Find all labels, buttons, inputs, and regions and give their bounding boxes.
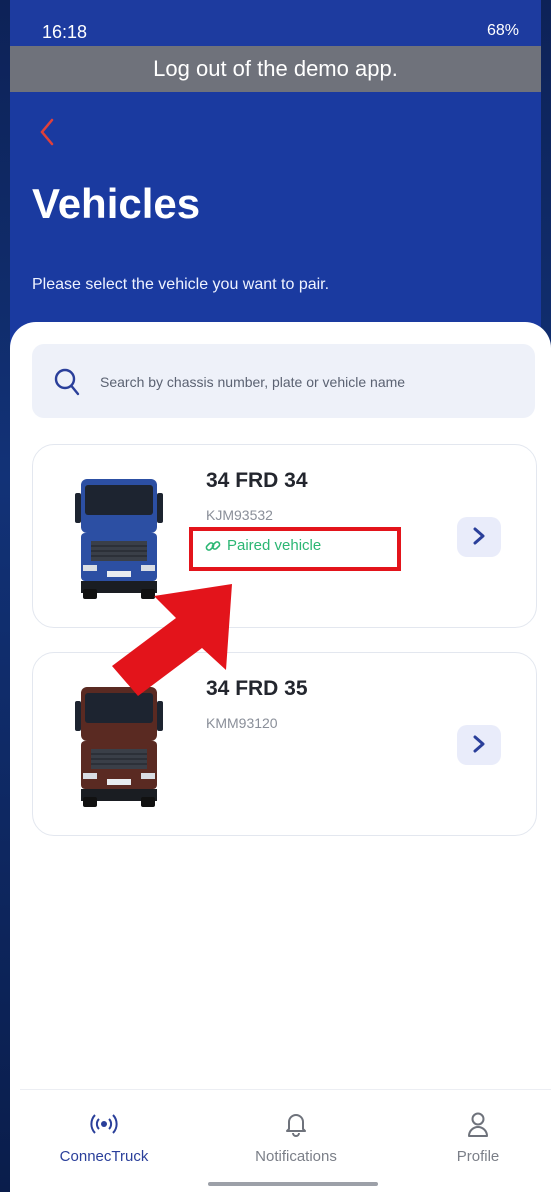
bottom-navigation: ConnecTruck Notifications Profile (20, 1089, 551, 1192)
search-bar[interactable] (32, 344, 535, 420)
nav-item-connectruck[interactable]: ConnecTruck (34, 1110, 174, 1165)
status-bar: 16:18 68% (10, 0, 541, 46)
vehicle-chassis: KMM93120 (206, 715, 278, 731)
search-icon (54, 368, 80, 396)
vehicle-chassis: KJM93532 (206, 507, 273, 523)
search-input[interactable] (98, 344, 522, 420)
chevron-right-icon (473, 527, 485, 544)
app-screen: 16:18 68% Log out of the demo app. Vehic… (0, 0, 551, 1192)
bell-icon (286, 1114, 306, 1137)
open-vehicle-button[interactable] (457, 517, 501, 557)
status-time: 16:18 (42, 22, 88, 42)
vehicle-list-sheet: 34 FRD 34 KJM93532 Paired vehicle (10, 322, 551, 1192)
page-title: Vehicles (32, 180, 201, 227)
battery-level: 68% (486, 22, 519, 39)
nav-item-notifications[interactable]: Notifications (226, 1110, 366, 1165)
chevron-left-icon[interactable] (40, 118, 54, 146)
chevron-right-icon (473, 735, 485, 752)
annotation-highlight-box (189, 527, 401, 571)
broadcast-icon (90, 1114, 118, 1134)
user-icon (468, 1112, 488, 1137)
logout-banner[interactable]: Log out of the demo app. (10, 46, 541, 92)
nav-label-connectruck: ConnecTruck (59, 1148, 149, 1165)
vehicle-plate: 34 FRD 34 (206, 469, 308, 492)
annotation-arrow (112, 584, 232, 696)
nav-label-notifications: Notifications (255, 1148, 337, 1165)
frame-edge-left (0, 0, 10, 1192)
nav-label-profile: Profile (456, 1148, 500, 1165)
nav-item-profile[interactable]: Profile (408, 1110, 548, 1165)
open-vehicle-button[interactable] (457, 725, 501, 765)
home-indicator (208, 1182, 378, 1186)
page-subtitle: Please select the vehicle you want to pa… (32, 276, 330, 293)
